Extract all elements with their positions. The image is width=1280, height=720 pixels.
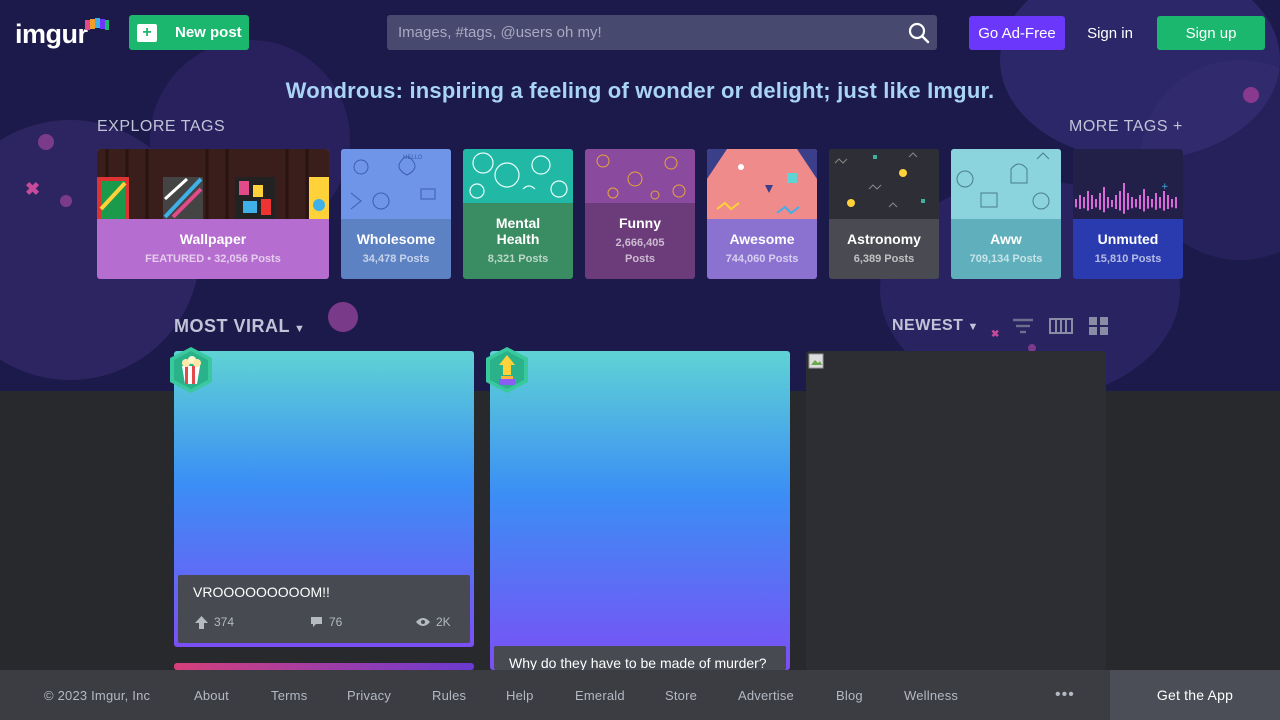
explore-tags-heading: EXPLORE TAGS bbox=[97, 118, 226, 135]
footer-link-about[interactable]: About bbox=[194, 688, 229, 703]
tag-count: 744,060 Posts bbox=[725, 253, 799, 265]
tag-info: Wallpaper FEATURED • 32,056 Posts bbox=[97, 219, 329, 279]
footer-link-store[interactable]: Store bbox=[665, 688, 697, 703]
tag-card-astronomy[interactable]: Astronomy 6,389 Posts bbox=[829, 149, 939, 279]
tag-info: Mental Health 8,321 Posts bbox=[463, 203, 573, 279]
upvote-stat[interactable]: 374 bbox=[195, 615, 234, 629]
search-input[interactable] bbox=[387, 24, 901, 41]
tag-count: 6,389 Posts bbox=[853, 253, 915, 265]
tag-count: 2,666,405 Posts bbox=[615, 237, 665, 265]
upvote-count: 374 bbox=[214, 615, 235, 629]
more-tags-link[interactable]: MORE TAGS + bbox=[1069, 118, 1183, 136]
tag-art-astronomy bbox=[829, 149, 939, 219]
footer-link-privacy[interactable]: Privacy bbox=[347, 688, 391, 703]
tag-name: Funny bbox=[619, 215, 661, 231]
uniform-grid-icon[interactable] bbox=[1049, 316, 1073, 336]
tag-art-awesome bbox=[707, 149, 817, 219]
tag-name: Aww bbox=[990, 231, 1022, 247]
tag-count: 709,134 Posts bbox=[969, 253, 1043, 265]
tag-name: Unmuted bbox=[1097, 231, 1159, 247]
tag-art-mental-health bbox=[463, 149, 573, 203]
footer: © 2023 Imgur, Inc About Terms Privacy Ru… bbox=[0, 670, 1280, 720]
tag-info: Unmuted 15,810 Posts bbox=[1073, 219, 1183, 279]
sign-up-button[interactable]: Sign up bbox=[1157, 16, 1265, 50]
tag-info: Aww 709,134 Posts bbox=[951, 219, 1061, 279]
tag-card-aww[interactable]: Aww 709,134 Posts bbox=[951, 149, 1061, 279]
tag-art-wholesome: HELLO bbox=[341, 149, 451, 219]
tag-card-wholesome[interactable]: HELLO Wholesome 34,478 Posts bbox=[341, 149, 451, 279]
post-title[interactable]: Why do they have to be made of murder? bbox=[509, 655, 767, 671]
filter-icon[interactable] bbox=[1011, 316, 1035, 336]
search-icon[interactable] bbox=[901, 15, 937, 50]
comment-bubble-icon bbox=[311, 617, 322, 627]
search-bar bbox=[387, 15, 937, 50]
broken-image-icon bbox=[808, 353, 824, 369]
order-label: NEWEST bbox=[892, 317, 964, 334]
tag-name: Wallpaper bbox=[179, 231, 247, 247]
trophy-badge-icon bbox=[486, 347, 528, 393]
tag-info: Astronomy 6,389 Posts bbox=[829, 219, 939, 279]
sign-in-link[interactable]: Sign in bbox=[1080, 16, 1140, 50]
tag-card-funny[interactable]: Funny 2,666,405 Posts bbox=[585, 149, 695, 279]
logo-flag-icon bbox=[85, 18, 109, 30]
top-bar: imgur + New post Go Ad-Free Sign in Sign… bbox=[0, 0, 1280, 66]
tag-name: Astronomy bbox=[847, 231, 921, 247]
new-post-label: New post bbox=[175, 24, 242, 41]
chevron-down-icon: ▼ bbox=[294, 323, 306, 335]
waterfall-grid-icon[interactable] bbox=[1087, 316, 1111, 336]
tag-info: Awesome 744,060 Posts bbox=[707, 219, 817, 279]
tag-info: Funny 2,666,405 Posts bbox=[585, 203, 695, 279]
footer-link-blog[interactable]: Blog bbox=[836, 688, 863, 703]
tag-art-unmuted: + bbox=[1073, 149, 1183, 219]
footer-link-advertise[interactable]: Advertise bbox=[738, 688, 794, 703]
post-image bbox=[490, 351, 790, 670]
tag-card-unmuted[interactable]: + Unmuted 15,810 Posts bbox=[1073, 149, 1183, 279]
footer-link-rules[interactable]: Rules bbox=[432, 688, 466, 703]
tag-count: 8,321 Posts bbox=[487, 253, 549, 265]
footer-link-emerald[interactable]: Emerald bbox=[575, 688, 625, 703]
view-stat: 2K bbox=[416, 615, 451, 629]
tag-count: 15,810 Posts bbox=[1094, 253, 1162, 265]
imgur-logo[interactable]: imgur bbox=[15, 19, 88, 50]
copyright: © 2023 Imgur, Inc bbox=[44, 687, 151, 703]
tag-card-mental-health[interactable]: Mental Health 8,321 Posts bbox=[463, 149, 573, 279]
footer-link-wellness[interactable]: Wellness bbox=[904, 688, 958, 703]
more-options-icon[interactable]: ••• bbox=[1055, 686, 1075, 704]
sort-label: MOST VIRAL bbox=[174, 316, 290, 336]
tag-info: Wholesome 34,478 Posts bbox=[341, 219, 451, 279]
post-card[interactable] bbox=[174, 663, 474, 670]
popcorn-badge-icon bbox=[170, 347, 212, 393]
tag-art-aww bbox=[951, 149, 1061, 219]
comment-count: 76 bbox=[329, 615, 343, 629]
eye-icon bbox=[416, 618, 430, 626]
footer-link-help[interactable]: Help bbox=[506, 688, 534, 703]
plus-icon: + bbox=[137, 23, 157, 42]
tag-name: Wholesome bbox=[356, 231, 436, 247]
tag-art-wallpaper bbox=[97, 149, 329, 219]
view-count: 2K bbox=[436, 615, 451, 629]
comment-stat[interactable]: 76 bbox=[310, 615, 342, 629]
tag-card-wallpaper[interactable]: Wallpaper FEATURED • 32,056 Posts bbox=[97, 149, 329, 279]
get-the-app-button[interactable]: Get the App bbox=[1110, 670, 1280, 720]
new-post-button[interactable]: + New post bbox=[129, 15, 249, 50]
post-card[interactable] bbox=[490, 351, 790, 670]
svg-text:+: + bbox=[1161, 182, 1169, 192]
footer-link-terms[interactable]: Terms bbox=[271, 688, 307, 703]
tag-card-awesome[interactable]: Awesome 744,060 Posts bbox=[707, 149, 817, 279]
post-card[interactable] bbox=[806, 351, 1106, 670]
tagline: Wondrous: inspiring a feeling of wonder … bbox=[285, 78, 995, 103]
tag-count: FEATURED • 32,056 Posts bbox=[145, 253, 281, 265]
tag-count: 34,478 Posts bbox=[362, 253, 430, 265]
go-ad-free-button[interactable]: Go Ad-Free bbox=[969, 16, 1065, 50]
sort-dropdown[interactable]: MOST VIRAL ▼ bbox=[174, 316, 305, 337]
tag-name: Awesome bbox=[729, 231, 795, 247]
order-dropdown[interactable]: NEWEST ▼ bbox=[892, 317, 979, 335]
chevron-down-icon: ▼ bbox=[967, 321, 979, 333]
tag-art-funny bbox=[585, 149, 695, 203]
upvote-arrow-icon bbox=[195, 615, 208, 629]
post-title[interactable]: VROOOOOOOOOM!! bbox=[193, 584, 330, 600]
svg-text:HELLO: HELLO bbox=[403, 154, 423, 161]
tag-name: Mental Health bbox=[495, 215, 541, 247]
